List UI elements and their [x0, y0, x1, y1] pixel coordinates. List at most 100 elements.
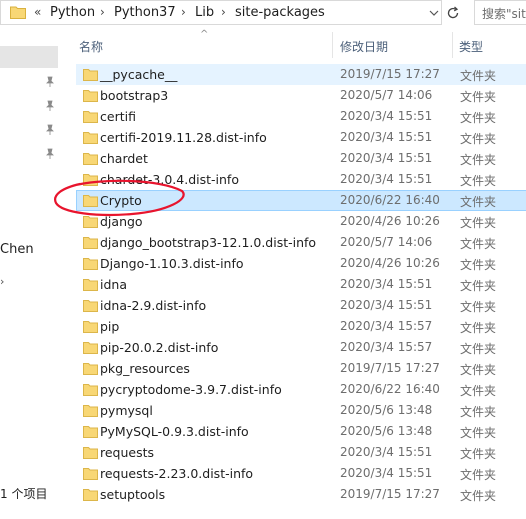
- file-type: 文件夹: [460, 426, 497, 440]
- file-row[interactable]: Crypto 2020/6/22 16:40 文件夹: [76, 190, 526, 211]
- file-type: 文件夹: [460, 90, 497, 104]
- file-list: __pycache__ 2019/7/15 17:27 文件夹 bootstrap3 2…: [76, 64, 526, 505]
- file-name: django: [100, 214, 143, 229]
- pin-icon[interactable]: [44, 100, 56, 112]
- file-name: pip-20.0.2.dist-info: [100, 340, 219, 355]
- file-name: chardet: [100, 151, 148, 166]
- folder-icon: [83, 321, 98, 333]
- file-row[interactable]: setuptools 2019/7/15 17:27 文件夹: [76, 484, 526, 505]
- pin-icon[interactable]: [44, 124, 56, 136]
- file-row[interactable]: PyMySQL-0.9.3.dist-info 2020/5/6 13:48 文件夹: [76, 421, 526, 442]
- file-name: requests: [100, 445, 155, 460]
- file-modified-date: 2020/4/26 10:26: [340, 256, 440, 270]
- file-name: pymysql: [100, 403, 153, 418]
- file-modified-date: 2020/3/4 15:51: [340, 445, 433, 459]
- file-row[interactable]: requests 2020/3/4 15:51 文件夹: [76, 442, 526, 463]
- refresh-icon: [447, 6, 459, 19]
- file-modified-date: 2020/6/22 16:40: [340, 382, 440, 396]
- file-modified-date: 2020/3/4 15:51: [340, 151, 433, 165]
- breadcrumb-python[interactable]: Python: [50, 5, 95, 20]
- file-row[interactable]: __pycache__ 2019/7/15 17:27 文件夹: [76, 64, 526, 85]
- file-row[interactable]: bootstrap3 2020/5/7 14:06 文件夹: [76, 85, 526, 106]
- address-bar[interactable]: « Python › Python37 › Lib › site-package…: [0, 0, 442, 25]
- file-row[interactable]: django_bootstrap3-12.1.0.dist-info 2020/5…: [76, 232, 526, 253]
- file-row[interactable]: idna 2020/3/4 15:51 文件夹: [76, 274, 526, 295]
- file-row[interactable]: certifi-2019.11.28.dist-info 2020/3/4 15:…: [76, 127, 526, 148]
- sort-ascending-icon: ^: [200, 29, 209, 40]
- column-header-type[interactable]: 类型: [459, 38, 483, 55]
- breadcrumb-separator[interactable]: ›: [181, 5, 186, 19]
- file-name: django_bootstrap3-12.1.0.dist-info: [100, 235, 317, 250]
- file-name: idna-2.9.dist-info: [100, 298, 207, 313]
- file-row[interactable]: pip 2020/3/4 15:57 文件夹: [76, 316, 526, 337]
- file-name: pip: [100, 319, 120, 334]
- file-type: 文件夹: [460, 237, 497, 251]
- file-row[interactable]: chardet-3.0.4.dist-info 2020/3/4 15:51 文件夹: [76, 169, 526, 190]
- breadcrumb-lib[interactable]: Lib: [195, 5, 214, 20]
- file-modified-date: 2019/7/15 17:27: [340, 487, 440, 501]
- file-row[interactable]: idna-2.9.dist-info 2020/3/4 15:51 文件夹: [76, 295, 526, 316]
- file-name: Django-1.10.3.dist-info: [100, 256, 244, 271]
- file-name: idna: [100, 277, 127, 292]
- file-type: 文件夹: [460, 174, 497, 188]
- file-type: 文件夹: [460, 363, 497, 377]
- file-row[interactable]: django 2020/4/26 10:26 文件夹: [76, 211, 526, 232]
- folder-icon: [83, 258, 98, 270]
- file-modified-date: 2020/5/6 13:48: [340, 424, 433, 438]
- breadcrumb-python37[interactable]: Python37: [114, 5, 176, 20]
- folder-icon: [83, 447, 98, 459]
- folder-icon: [83, 468, 98, 480]
- file-modified-date: 2020/3/4 15:51: [340, 277, 433, 291]
- folder-icon: [83, 195, 98, 207]
- file-row[interactable]: certifi 2020/3/4 15:51 文件夹: [76, 106, 526, 127]
- breadcrumb-separator[interactable]: ›: [221, 5, 226, 19]
- file-name: setuptools: [100, 487, 166, 502]
- search-placeholder: 搜索"site: [482, 7, 526, 21]
- folder-icon: [83, 489, 98, 501]
- refresh-button[interactable]: [443, 2, 463, 23]
- file-row[interactable]: Django-1.10.3.dist-info 2020/4/26 10:26 文件…: [76, 253, 526, 274]
- file-type: 文件夹: [460, 384, 497, 398]
- folder-icon: [83, 237, 98, 249]
- column-header-date[interactable]: 修改日期: [340, 38, 388, 55]
- file-modified-date: 2020/5/7 14:06: [340, 235, 433, 249]
- navigation-pane: Chen ›: [0, 26, 68, 519]
- column-divider[interactable]: [332, 32, 333, 58]
- file-modified-date: 2020/3/4 15:51: [340, 109, 433, 123]
- pin-icon[interactable]: [44, 148, 56, 160]
- overflow-chevron[interactable]: «: [34, 5, 41, 19]
- nav-selected-item[interactable]: [0, 46, 58, 68]
- nav-item-user[interactable]: Chen: [0, 242, 34, 257]
- file-row[interactable]: pip-20.0.2.dist-info 2020/3/4 15:57 文件夹: [76, 337, 526, 358]
- folder-icon: [83, 174, 98, 186]
- file-type: 文件夹: [460, 468, 497, 482]
- file-row[interactable]: pycryptodome-3.9.7.dist-info 2020/6/22 16…: [76, 379, 526, 400]
- column-header: ^ 名称 修改日期 类型: [68, 28, 526, 60]
- column-divider[interactable]: [452, 32, 453, 58]
- pin-icon[interactable]: [44, 76, 56, 88]
- file-type: 文件夹: [460, 405, 497, 419]
- folder-icon: [83, 363, 98, 375]
- file-type: 文件夹: [460, 258, 497, 272]
- chevron-down-icon[interactable]: [429, 8, 439, 18]
- column-header-name[interactable]: 名称: [79, 38, 103, 55]
- file-name: pycryptodome-3.9.7.dist-info: [100, 382, 282, 397]
- file-type: 文件夹: [460, 300, 497, 314]
- file-type: 文件夹: [460, 447, 497, 461]
- file-row[interactable]: pkg_resources 2019/7/15 17:27 文件夹: [76, 358, 526, 379]
- file-row[interactable]: pymysql 2020/5/6 13:48 文件夹: [76, 400, 526, 421]
- file-type: 文件夹: [460, 489, 497, 503]
- file-row[interactable]: chardet 2020/3/4 15:51 文件夹: [76, 148, 526, 169]
- status-bar-item-count: 1 个项目: [0, 487, 48, 501]
- file-type: 文件夹: [460, 195, 497, 209]
- folder-icon: [83, 69, 98, 81]
- folder-icon: [83, 300, 98, 312]
- breadcrumb-site-packages[interactable]: site-packages: [235, 5, 325, 20]
- file-row[interactable]: requests-2.23.0.dist-info 2020/3/4 15:51 文…: [76, 463, 526, 484]
- nav-expand-icon[interactable]: ›: [0, 275, 4, 288]
- file-modified-date: 2019/7/15 17:27: [340, 67, 440, 81]
- breadcrumb-separator[interactable]: ›: [100, 5, 105, 19]
- search-input[interactable]: 搜索"site: [474, 0, 526, 25]
- file-modified-date: 2020/3/4 15:51: [340, 466, 433, 480]
- folder-icon: [83, 132, 98, 144]
